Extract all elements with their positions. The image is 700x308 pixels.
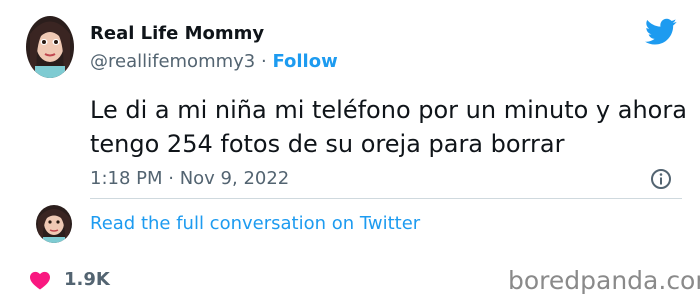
author-avatar-small[interactable]	[35, 204, 73, 244]
author-name[interactable]: Real Life Mommy	[90, 23, 264, 44]
watermark: boredpanda.com	[508, 266, 700, 295]
twitter-bird-icon[interactable]	[645, 18, 677, 46]
separator-dot: ·	[260, 51, 267, 72]
author-avatar[interactable]	[25, 14, 75, 80]
heart-icon[interactable]	[29, 270, 51, 290]
info-icon[interactable]	[650, 168, 672, 190]
tweet-text: Le di a mi niña mi teléfono por un minut…	[90, 96, 687, 158]
tweet-timestamp[interactable]: 1:18 PM · Nov 9, 2022	[90, 168, 289, 189]
handle-row: @reallifemommy3 · Follow	[90, 51, 338, 72]
divider	[90, 198, 682, 199]
like-count[interactable]: 1.9K	[64, 269, 110, 290]
follow-button[interactable]: Follow	[272, 51, 337, 72]
author-handle[interactable]: @reallifemommy3	[90, 51, 255, 72]
read-conversation-link[interactable]: Read the full conversation on Twitter	[90, 213, 420, 234]
